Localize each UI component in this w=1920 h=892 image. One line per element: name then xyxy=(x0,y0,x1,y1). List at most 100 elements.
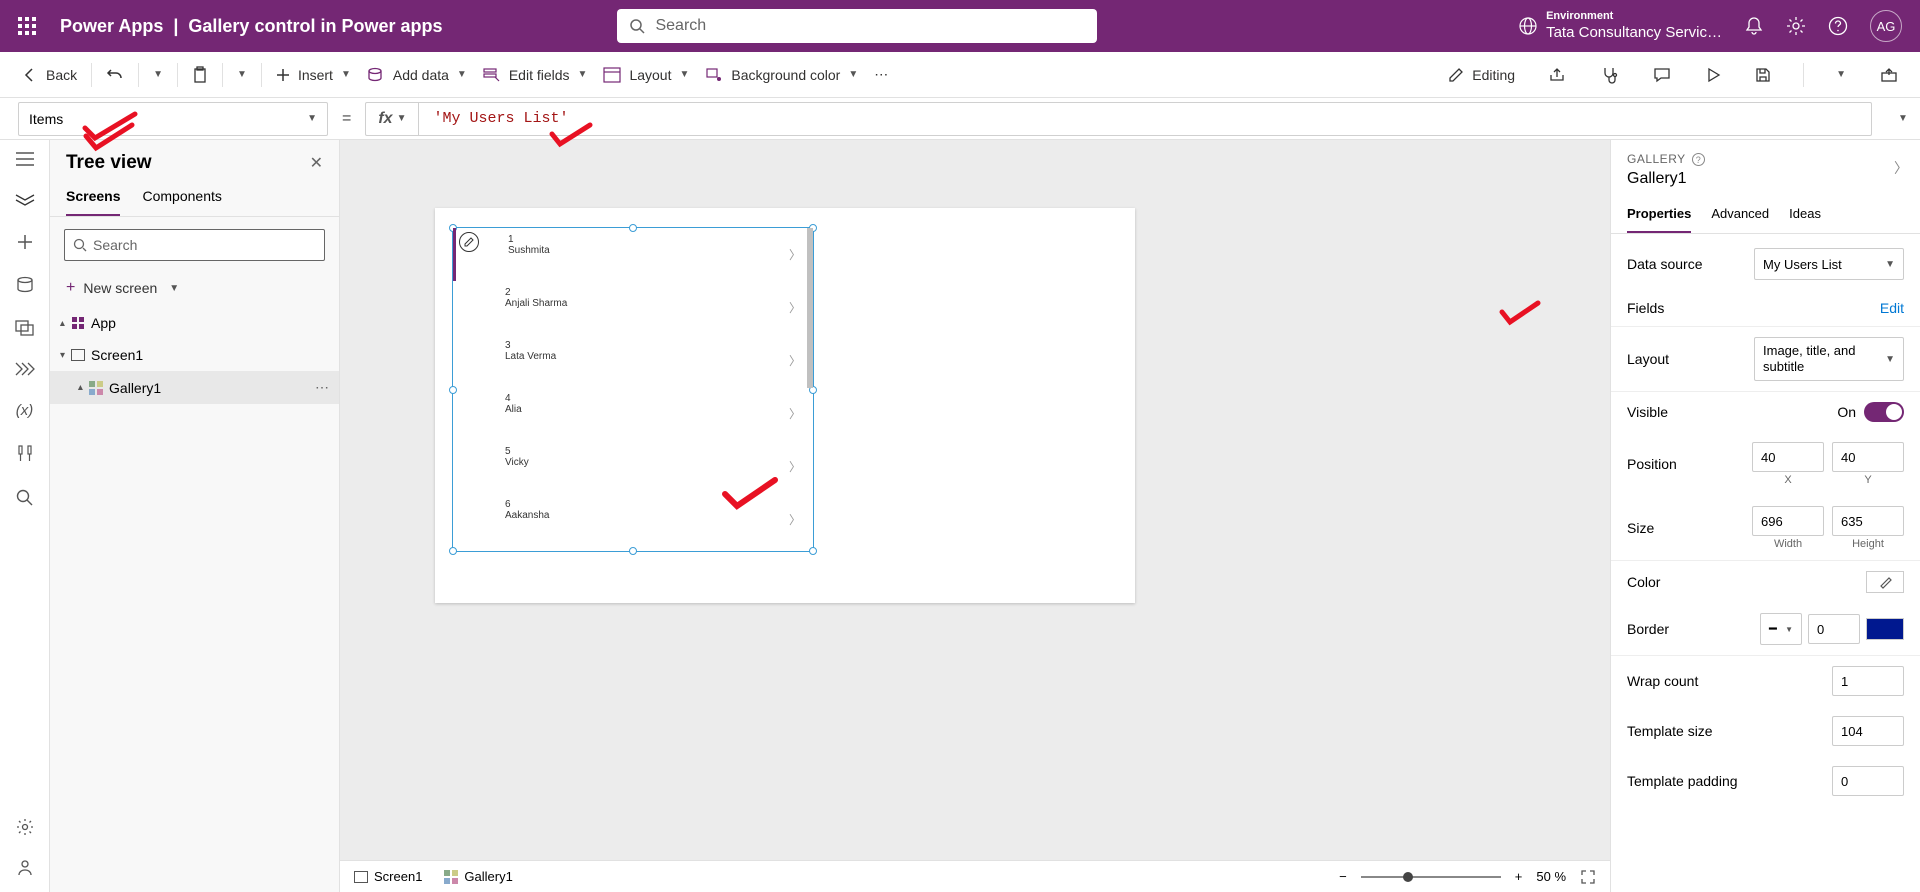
publish-icon xyxy=(1880,67,1898,83)
wrap-count-input[interactable]: 1 xyxy=(1832,666,1904,696)
panel-collapse-button[interactable]: 〉 xyxy=(1894,158,1908,178)
gallery-row[interactable]: 6Aakansha〉 xyxy=(453,493,813,546)
undo-dropdown[interactable]: ▼ xyxy=(145,65,171,84)
more-icon[interactable]: ⋯ xyxy=(315,379,329,396)
background-color-button[interactable]: Background color ▼ xyxy=(697,63,866,87)
advanced-tools-icon[interactable] xyxy=(16,445,34,463)
plus-icon xyxy=(276,68,290,82)
search-input[interactable]: Search xyxy=(617,9,1097,43)
height-input[interactable]: 635 xyxy=(1832,506,1904,536)
size-label: Size xyxy=(1627,520,1654,536)
tree-view-icon[interactable] xyxy=(15,192,35,208)
waffle-icon[interactable] xyxy=(18,17,36,35)
gallery-selection[interactable]: 1Sushmita〉2Anjali Sharma〉3Lata Verma〉4Al… xyxy=(452,227,814,552)
paste-dropdown[interactable]: ▼ xyxy=(229,65,255,84)
data-rail-icon[interactable] xyxy=(16,276,34,294)
notifications-icon[interactable] xyxy=(1744,16,1764,36)
virtual-agent-icon[interactable] xyxy=(16,858,34,876)
layout-label: Layout xyxy=(1627,351,1669,367)
undo-icon xyxy=(106,66,124,84)
data-source-label: Data source xyxy=(1627,256,1702,272)
tab-components[interactable]: Components xyxy=(142,188,221,216)
settings-icon[interactable] xyxy=(1786,16,1806,36)
help-icon[interactable] xyxy=(1828,16,1848,36)
data-source-dropdown[interactable]: My Users List▼ xyxy=(1754,248,1904,280)
template-size-label: Template size xyxy=(1627,723,1713,739)
template-padding-input[interactable]: 0 xyxy=(1832,766,1904,796)
layout-button[interactable]: Layout ▼ xyxy=(595,63,697,87)
comments-button[interactable] xyxy=(1645,63,1679,87)
undo-button[interactable] xyxy=(98,62,132,88)
add-data-button[interactable]: Add data ▼ xyxy=(359,63,475,87)
property-selector[interactable]: Items▼ xyxy=(18,102,328,136)
power-automate-icon[interactable] xyxy=(15,362,35,376)
app-title: Power Apps | Gallery control in Power ap… xyxy=(60,16,442,37)
wrap-count-label: Wrap count xyxy=(1627,673,1698,689)
tree-item-gallery1[interactable]: ▸ Gallery1 ⋯ xyxy=(50,371,339,404)
save-dropdown[interactable]: ▼ xyxy=(1828,65,1854,84)
user-avatar[interactable]: AG xyxy=(1870,10,1902,42)
tree-item-screen1[interactable]: ▾ Screen1 xyxy=(50,339,339,371)
layout-dropdown[interactable]: Image, title, and subtitle▼ xyxy=(1754,337,1904,381)
paste-button[interactable] xyxy=(184,62,216,88)
preview-button[interactable] xyxy=(1697,63,1729,87)
fx-icon[interactable]: fx▼ xyxy=(366,103,419,135)
app-checker-button[interactable] xyxy=(1593,62,1627,88)
tab-screens[interactable]: Screens xyxy=(66,188,120,216)
save-button[interactable] xyxy=(1747,63,1779,87)
color-picker[interactable] xyxy=(1866,571,1904,593)
control-name[interactable]: Gallery1 xyxy=(1611,170,1920,198)
search-rail-icon[interactable] xyxy=(16,489,34,507)
new-screen-button[interactable]: + New screen ▼ xyxy=(50,273,339,307)
position-y-input[interactable]: 40 xyxy=(1832,442,1904,472)
gallery-row[interactable]: 4Alia〉 xyxy=(453,387,813,440)
border-style-dropdown[interactable]: ━▼ xyxy=(1760,613,1802,645)
command-toolbar: Back ▼ ▼ Insert ▼ Add data ▼ Edit fields… xyxy=(0,52,1920,98)
editing-mode-button[interactable]: Editing xyxy=(1440,63,1523,87)
edit-fields-button[interactable]: Edit fields ▼ xyxy=(475,63,596,87)
border-color-picker[interactable] xyxy=(1866,618,1904,640)
visible-toggle[interactable] xyxy=(1864,402,1904,422)
tab-ideas[interactable]: Ideas xyxy=(1789,198,1821,233)
help-icon[interactable]: ? xyxy=(1692,153,1705,166)
width-input[interactable]: 696 xyxy=(1752,506,1824,536)
insert-button[interactable]: Insert ▼ xyxy=(268,63,359,87)
share-button[interactable] xyxy=(1541,63,1575,87)
tab-properties[interactable]: Properties xyxy=(1627,198,1691,233)
border-width-input[interactable]: 0 xyxy=(1808,614,1860,644)
template-size-input[interactable]: 104 xyxy=(1832,716,1904,746)
gallery-row[interactable]: 2Anjali Sharma〉 xyxy=(453,281,813,334)
equals-sign: = xyxy=(342,110,351,128)
close-tree-button[interactable]: ✕ xyxy=(310,153,323,173)
insert-rail-icon[interactable] xyxy=(17,234,33,250)
back-button[interactable]: Back xyxy=(14,63,85,87)
more-commands[interactable]: ⋯ xyxy=(866,62,896,87)
gallery-row[interactable]: 1Sushmita〉 xyxy=(453,228,813,281)
left-rail: (x) xyxy=(0,140,50,892)
gallery-row[interactable]: 5Vicky〉 xyxy=(453,440,813,493)
variables-icon[interactable]: (x) xyxy=(16,402,34,419)
breadcrumb-screen1[interactable]: Screen1 xyxy=(354,869,422,884)
zoom-out-button[interactable]: − xyxy=(1339,869,1347,884)
zoom-in-button[interactable]: + xyxy=(1515,869,1523,884)
tree-search-input[interactable]: Search xyxy=(64,229,325,261)
publish-button[interactable] xyxy=(1872,63,1906,87)
position-x-input[interactable]: 40 xyxy=(1752,442,1824,472)
media-rail-icon[interactable] xyxy=(15,320,35,336)
zoom-slider[interactable] xyxy=(1361,876,1501,878)
tab-advanced[interactable]: Advanced xyxy=(1711,198,1769,233)
fit-screen-button[interactable] xyxy=(1580,869,1596,885)
gallery-icon xyxy=(89,381,103,395)
tree-item-app[interactable]: ▸ App xyxy=(50,307,339,339)
gallery-row[interactable]: 3Lata Verma〉 xyxy=(453,334,813,387)
formula-expand-button[interactable]: ▼ xyxy=(1886,113,1920,124)
hamburger-icon[interactable] xyxy=(16,152,34,166)
canvas[interactable]: 1Sushmita〉2Anjali Sharma〉3Lata Verma〉4Al… xyxy=(340,140,1610,892)
settings-rail-icon[interactable] xyxy=(16,818,34,836)
edit-fields-link[interactable]: Edit xyxy=(1880,300,1904,316)
border-label: Border xyxy=(1627,621,1669,637)
environment-picker[interactable]: Environment Tata Consultancy Servic… xyxy=(1518,10,1722,41)
visible-label: Visible xyxy=(1627,404,1668,420)
formula-input[interactable]: fx▼ 'My Users List' xyxy=(365,102,1872,136)
breadcrumb-gallery1[interactable]: Gallery1 xyxy=(444,869,512,884)
